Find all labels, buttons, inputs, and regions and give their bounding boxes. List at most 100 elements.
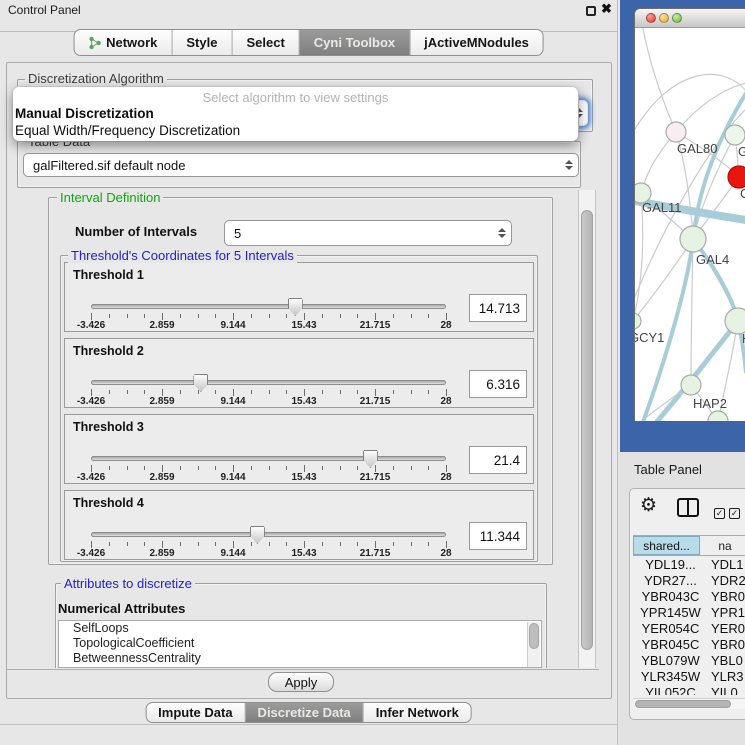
tab-label: Select xyxy=(246,35,284,50)
attribute-list-item[interactable]: SelfLoops xyxy=(59,621,541,636)
table-row[interactable]: YDL19...YDL1 xyxy=(633,556,745,572)
table-row[interactable]: YBR045CYBR0 xyxy=(633,636,745,652)
scrollbar-thumb[interactable] xyxy=(635,700,731,708)
tab-label: jActiveMNodules xyxy=(424,35,529,50)
network-node[interactable] xyxy=(708,411,728,421)
threshold-slider[interactable] xyxy=(91,456,446,461)
node-label: GAL4 xyxy=(696,252,729,267)
node-label: C xyxy=(740,186,745,201)
network-node[interactable] xyxy=(728,166,745,188)
tab-label: Discretize Data xyxy=(258,705,351,720)
slider-scale: -3.4262.8599.14415.4321.71528 xyxy=(91,396,446,407)
column-header-shared[interactable]: shared... xyxy=(633,536,700,555)
attribute-list-item[interactable]: BetweennessCentrality xyxy=(59,651,541,666)
threshold-value-field[interactable]: 14.713 xyxy=(469,294,527,322)
discretization-algorithm-title: Discretization Algorithm xyxy=(25,71,167,86)
network-canvas[interactable]: GAL80GCGAL11GAL4GCY1HHAP2 xyxy=(635,28,745,421)
threshold-slider[interactable] xyxy=(91,532,446,537)
float-window-icon[interactable] xyxy=(586,6,596,16)
combo-arrows-icon xyxy=(493,228,511,238)
apply-button[interactable]: Apply xyxy=(268,672,334,692)
tick-label: 9.144 xyxy=(220,396,245,407)
tick-label: 15.43 xyxy=(291,396,316,407)
number-of-intervals-combo[interactable]: 5 xyxy=(224,220,512,246)
split-columns-icon[interactable] xyxy=(677,498,699,517)
close-icon[interactable]: ✖ xyxy=(601,1,612,17)
tab-infer-network[interactable]: Infer Network xyxy=(363,703,471,722)
network-node[interactable] xyxy=(680,226,706,252)
tab-label: Infer Network xyxy=(376,705,459,720)
tab-impute-data[interactable]: Impute Data xyxy=(146,703,244,722)
checkbox-icon[interactable]: ✓ xyxy=(714,508,725,519)
scroll-area-border xyxy=(7,669,599,670)
table-row[interactable]: YBL079WYBL0 xyxy=(633,652,745,668)
table-row[interactable]: YIL052CYIL0 xyxy=(633,684,745,695)
dropdown-item-manual[interactable]: Manual Discretization xyxy=(15,106,154,121)
threshold-slider[interactable] xyxy=(91,304,446,309)
tick-label: 28 xyxy=(440,548,451,559)
minimize-traffic-icon[interactable] xyxy=(659,13,669,23)
tab-discretize-data[interactable]: Discretize Data xyxy=(245,703,363,722)
tick-label: -3.426 xyxy=(77,396,105,407)
zoom-traffic-icon[interactable] xyxy=(672,13,682,23)
tick-label: 15.43 xyxy=(291,320,316,331)
dropdown-item-equal-width[interactable]: Equal Width/Frequency Discretization xyxy=(15,123,240,138)
table-row[interactable]: YDR27...YDR2 xyxy=(633,572,745,588)
table-row[interactable]: YBR043CYBR0 xyxy=(633,588,745,604)
table-horizontal-scrollbar[interactable] xyxy=(633,698,745,709)
network-node[interactable] xyxy=(635,313,641,329)
scrollbar-thumb[interactable] xyxy=(581,210,593,650)
tab-select[interactable]: Select xyxy=(231,30,298,55)
panel-scrollbar[interactable] xyxy=(578,190,596,668)
column-header-name[interactable]: na xyxy=(700,536,745,555)
threshold-1-panel: Threshold 1 -3.4262.8599.14415.4321.7152… xyxy=(64,262,534,332)
tick-label: -3.426 xyxy=(77,548,105,559)
window-title: Control Panel xyxy=(8,3,81,17)
threshold-label: Threshold 1 xyxy=(73,268,144,282)
table-data-combo[interactable]: galFiltered.sif default node xyxy=(23,153,579,177)
network-view-window: GAL80GCGAL11GAL4GCY1HHAP2 xyxy=(634,8,745,421)
tab-cyni-toolbox[interactable]: Cyni Toolbox xyxy=(299,30,409,55)
algorithm-dropdown-popup: Select algorithm to view settings Manual… xyxy=(13,87,578,141)
combo-arrows-icon xyxy=(560,160,578,170)
threshold-slider[interactable] xyxy=(91,380,446,385)
tick-label: 28 xyxy=(440,320,451,331)
threshold-value-field[interactable]: 11.344 xyxy=(469,522,527,550)
node-label: HAP2 xyxy=(693,396,727,411)
network-icon xyxy=(88,36,101,50)
number-of-intervals-label: Number of Intervals xyxy=(75,224,197,239)
threshold-2-panel: Threshold 2 -3.4262.8599.14415.4321.7152… xyxy=(64,338,534,408)
threshold-label: Threshold 2 xyxy=(73,344,144,358)
tab-style[interactable]: Style xyxy=(171,30,231,55)
network-node[interactable] xyxy=(725,125,745,145)
network-node[interactable] xyxy=(666,122,686,142)
tick-label: 21.715 xyxy=(360,472,391,483)
threshold-label: Threshold 3 xyxy=(73,420,144,434)
table-panel-title: Table Panel xyxy=(634,462,702,477)
checkbox-icon[interactable]: ✓ xyxy=(729,508,740,519)
attribute-list-item[interactable]: TopologicalCoefficient xyxy=(59,636,541,651)
slider-scale: -3.4262.8599.14415.4321.71528 xyxy=(91,548,446,559)
network-window-titlebar[interactable] xyxy=(635,9,745,28)
tab-jactivemnodules[interactable]: jActiveMNodules xyxy=(409,30,543,55)
list-scrollbar[interactable] xyxy=(527,622,540,668)
scrollbar-thumb[interactable] xyxy=(529,623,539,649)
threshold-value-field[interactable]: 6.316 xyxy=(469,370,527,398)
tab-network[interactable]: Network xyxy=(74,30,171,55)
slider-scale: -3.4262.8599.14415.4321.71528 xyxy=(91,320,446,331)
node-table-body: YDL19...YDL1YDR27...YDR2YBR043CYBR0YPR14… xyxy=(633,556,745,695)
numerical-attributes-list[interactable]: SelfLoopsTopologicalCoefficientBetweenne… xyxy=(58,620,542,668)
table-data-value: galFiltered.sif default node xyxy=(24,158,560,173)
close-traffic-icon[interactable] xyxy=(646,13,656,23)
table-row[interactable]: YER054CYER0 xyxy=(633,620,745,636)
table-row[interactable]: YPR145WYPR1 xyxy=(633,604,745,620)
tick-label: 28 xyxy=(440,396,451,407)
tick-label: 15.43 xyxy=(291,548,316,559)
tick-label: 9.144 xyxy=(220,548,245,559)
tick-label: 21.715 xyxy=(360,548,391,559)
network-node[interactable] xyxy=(681,375,701,395)
threshold-value-field[interactable]: 21.4 xyxy=(469,446,527,474)
tick-label: 2.859 xyxy=(149,320,174,331)
settings-gear-icon[interactable]: ⚙ xyxy=(640,496,657,515)
table-row[interactable]: YLR345WYLR3 xyxy=(633,668,745,684)
